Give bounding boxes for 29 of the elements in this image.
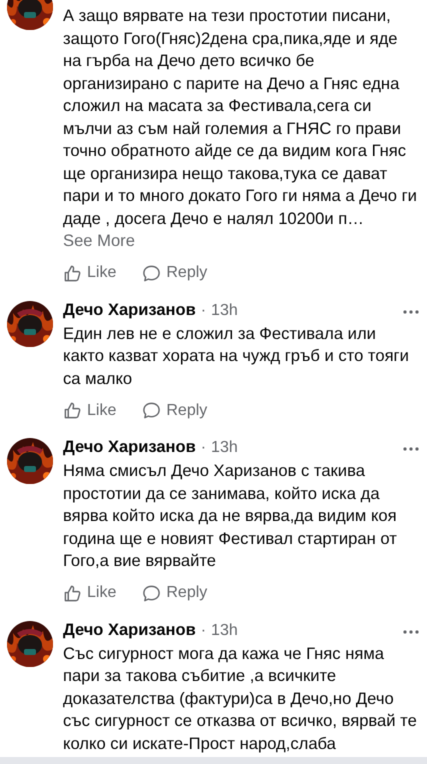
comment-text: А защо вярвате на тези простотии писани, защото Гого(Гняс)2дена сра,пика,яде и яде на гърба на Дечо дето всичко бе организирано с парите на Дечо а Гняс една сложил на масата за Фестивала,сега си мълчи аз съм най големия а ГНЯС го прави точно обратното айде се да видим кога Гняс ще организира нещо такова,тука се дават пари и то много докато Гого ги няма а Дечо ги даде , досега Дечо е налял 10200и п… See More [63,5,418,252]
like-button[interactable]: Like [63,399,116,422]
separator-dot: · [200,622,206,640]
more-icon[interactable] [403,310,419,314]
like-button[interactable]: Like [63,262,116,284]
timestamp[interactable]: 13h [211,622,238,640]
separator-dot: · [200,302,206,320]
timestamp[interactable]: 13h [211,302,238,320]
like-button[interactable]: Like [63,582,116,604]
reply-button[interactable]: Reply [142,399,208,422]
thumbs-up-icon[interactable] [63,584,82,602]
more-icon[interactable] [403,630,419,634]
thumbs-up-icon[interactable] [63,401,82,420]
more-icon[interactable] [403,447,419,451]
speech-bubble-icon[interactable] [142,264,162,282]
reply-button[interactable]: Reply [142,582,208,604]
speech-bubble-icon[interactable] [142,401,162,420]
author-name[interactable]: Дечо Харизанов [63,300,196,320]
author-name[interactable]: Дечо Харизанов [63,438,196,457]
reply-button[interactable]: Reply [142,262,208,284]
separator-dot: · [200,439,206,457]
comment-text: Със сигурност мога да кажа че Гняс няма пари за такова събитие ,а всичките доказателства (фактури)са в Дечо,но Дечо със сигурност се отказва от всичко, вярвай те колко си искате-Прост народ,слаба [63,642,418,754]
see-more-link[interactable]: See More [63,231,135,250]
thumbs-up-icon[interactable] [63,264,82,282]
timestamp[interactable]: 13h [211,439,238,457]
speech-bubble-icon[interactable] [142,584,162,602]
comment-text: Няма смисъл Дечо Харизанов с такива простотии да се занимава, който иска да вярва който иска да не вярва,да видим коя година ще е новият Фестивал стартиран от Гого,а вие вярвайте [63,460,398,572]
comment-text: Един лев не е сложил за Фестивала или както казват хората на чужд гръб и сто тояги са малко [63,322,410,390]
author-name[interactable]: Дечо Харизанов [63,620,196,640]
